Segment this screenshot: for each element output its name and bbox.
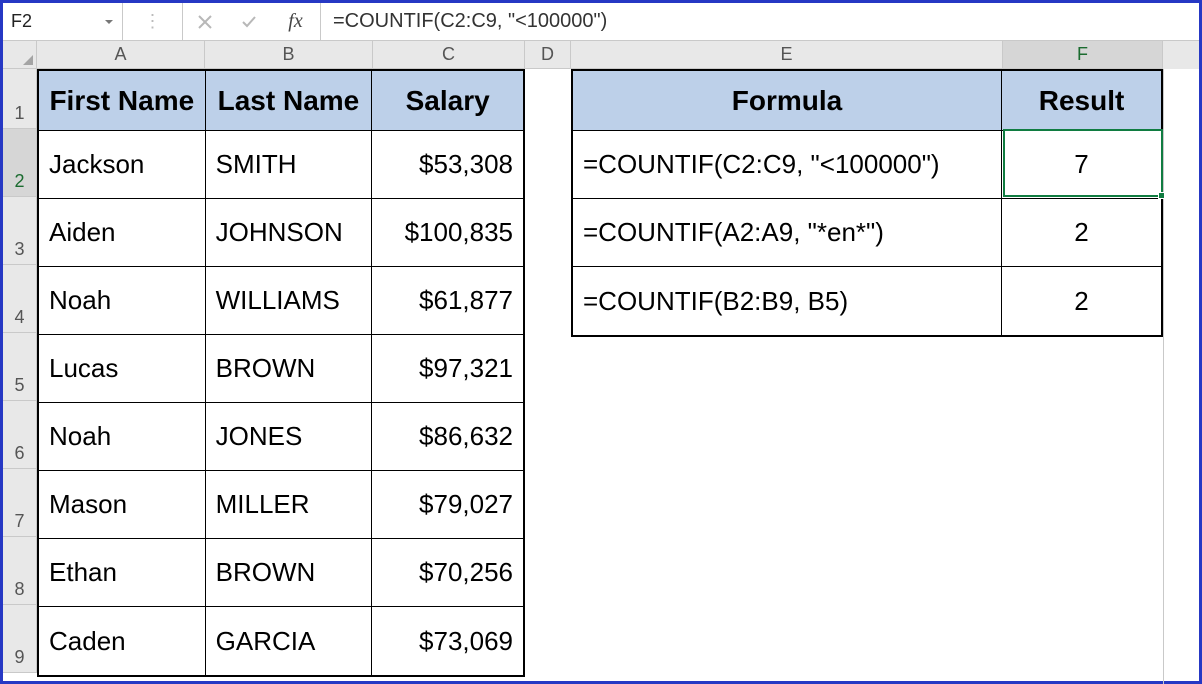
- formula-bar: F2 ⋮ fx =COUNTIF(C2:C9, "<100000"): [3, 3, 1199, 41]
- cell-c6[interactable]: $86,632: [372, 403, 523, 471]
- insert-function-button[interactable]: fx: [271, 3, 321, 40]
- fx-icon: fx: [288, 10, 302, 33]
- row-header-5[interactable]: 5: [3, 333, 37, 401]
- cell-c5[interactable]: $97,321: [372, 335, 523, 403]
- cell-f3[interactable]: 2: [1002, 199, 1161, 267]
- worksheet: 1 2 3 4 5 6 7 8 9 A B C D E F: [3, 41, 1199, 681]
- cell-b6[interactable]: JONES: [206, 403, 373, 471]
- cell-c8[interactable]: $70,256: [372, 539, 523, 607]
- row-header-1[interactable]: 1: [3, 69, 37, 129]
- col-header-a[interactable]: A: [37, 41, 205, 69]
- cell-c2[interactable]: $53,308: [372, 131, 523, 199]
- row-header-4[interactable]: 4: [3, 265, 37, 333]
- cell-a3[interactable]: Aiden: [39, 199, 206, 267]
- row-headers: 1 2 3 4 5 6 7 8 9: [3, 69, 37, 673]
- row-header-2[interactable]: 2: [3, 129, 37, 197]
- col-header-e[interactable]: E: [571, 41, 1003, 69]
- header-result[interactable]: Result: [1002, 71, 1161, 131]
- header-formula[interactable]: Formula: [573, 71, 1002, 131]
- select-all-corner[interactable]: [3, 41, 37, 69]
- gridline: [1163, 69, 1164, 684]
- data-table: First Name Last Name Salary JacksonSMITH…: [37, 69, 525, 677]
- cell-b5[interactable]: BROWN: [206, 335, 373, 403]
- cell-e3[interactable]: =COUNTIF(A2:A9, "*en*"): [573, 199, 1002, 267]
- cell-b8[interactable]: BROWN: [206, 539, 373, 607]
- col-header-b[interactable]: B: [205, 41, 373, 69]
- row-header-7[interactable]: 7: [3, 469, 37, 537]
- ellipsis-icon: ⋮: [144, 11, 162, 32]
- formula-input[interactable]: =COUNTIF(C2:C9, "<100000"): [321, 3, 1199, 40]
- cell-a6[interactable]: Noah: [39, 403, 206, 471]
- cell-a9[interactable]: Caden: [39, 607, 206, 675]
- formula-bar-spacer: ⋮: [123, 3, 183, 40]
- cell-c4[interactable]: $61,877: [372, 267, 523, 335]
- col-header-f[interactable]: F: [1003, 41, 1163, 69]
- cell-b7[interactable]: MILLER: [206, 471, 373, 539]
- cell-a2[interactable]: Jackson: [39, 131, 206, 199]
- col-header-c[interactable]: C: [373, 41, 525, 69]
- cell-a5[interactable]: Lucas: [39, 335, 206, 403]
- confirm-formula-button[interactable]: [227, 3, 271, 40]
- cell-c3[interactable]: $100,835: [372, 199, 523, 267]
- cell-c9[interactable]: $73,069: [372, 607, 523, 675]
- formula-table: Formula Result =COUNTIF(C2:C9, "<100000"…: [571, 69, 1163, 337]
- grid-area: A B C D E F First Name Last Name Salary: [37, 41, 1199, 681]
- cell-b3[interactable]: JOHNSON: [206, 199, 373, 267]
- cell-f4[interactable]: 2: [1002, 267, 1161, 335]
- cell-a4[interactable]: Noah: [39, 267, 206, 335]
- cancel-formula-button[interactable]: [183, 3, 227, 40]
- col-header-d[interactable]: D: [525, 41, 571, 69]
- cell-b2[interactable]: SMITH: [206, 131, 373, 199]
- x-icon: [196, 13, 214, 31]
- cells[interactable]: First Name Last Name Salary JacksonSMITH…: [37, 69, 1199, 684]
- header-first-name[interactable]: First Name: [39, 71, 206, 131]
- column-headers: A B C D E F: [37, 41, 1199, 69]
- check-icon: [240, 13, 258, 31]
- cell-f2[interactable]: 7: [1002, 131, 1161, 199]
- cell-b4[interactable]: WILLIAMS: [206, 267, 373, 335]
- row-header-6[interactable]: 6: [3, 401, 37, 469]
- cell-e2[interactable]: =COUNTIF(C2:C9, "<100000"): [573, 131, 1002, 199]
- excel-window: F2 ⋮ fx =COUNTIF(C2:C9, "<100000") 1 2: [0, 0, 1202, 684]
- row-header-9[interactable]: 9: [3, 605, 37, 673]
- header-salary[interactable]: Salary: [372, 71, 523, 131]
- cell-e4[interactable]: =COUNTIF(B2:B9, B5): [573, 267, 1002, 335]
- cell-a8[interactable]: Ethan: [39, 539, 206, 607]
- cell-b9[interactable]: GARCIA: [206, 607, 373, 675]
- cell-a7[interactable]: Mason: [39, 471, 206, 539]
- row-header-3[interactable]: 3: [3, 197, 37, 265]
- row-header-8[interactable]: 8: [3, 537, 37, 605]
- cell-c7[interactable]: $79,027: [372, 471, 523, 539]
- formula-input-value: =COUNTIF(C2:C9, "<100000"): [333, 10, 607, 33]
- name-box[interactable]: F2: [3, 3, 123, 40]
- header-last-name[interactable]: Last Name: [206, 71, 373, 131]
- name-box-value: F2: [11, 11, 32, 32]
- name-box-dropdown-icon[interactable]: [104, 17, 114, 27]
